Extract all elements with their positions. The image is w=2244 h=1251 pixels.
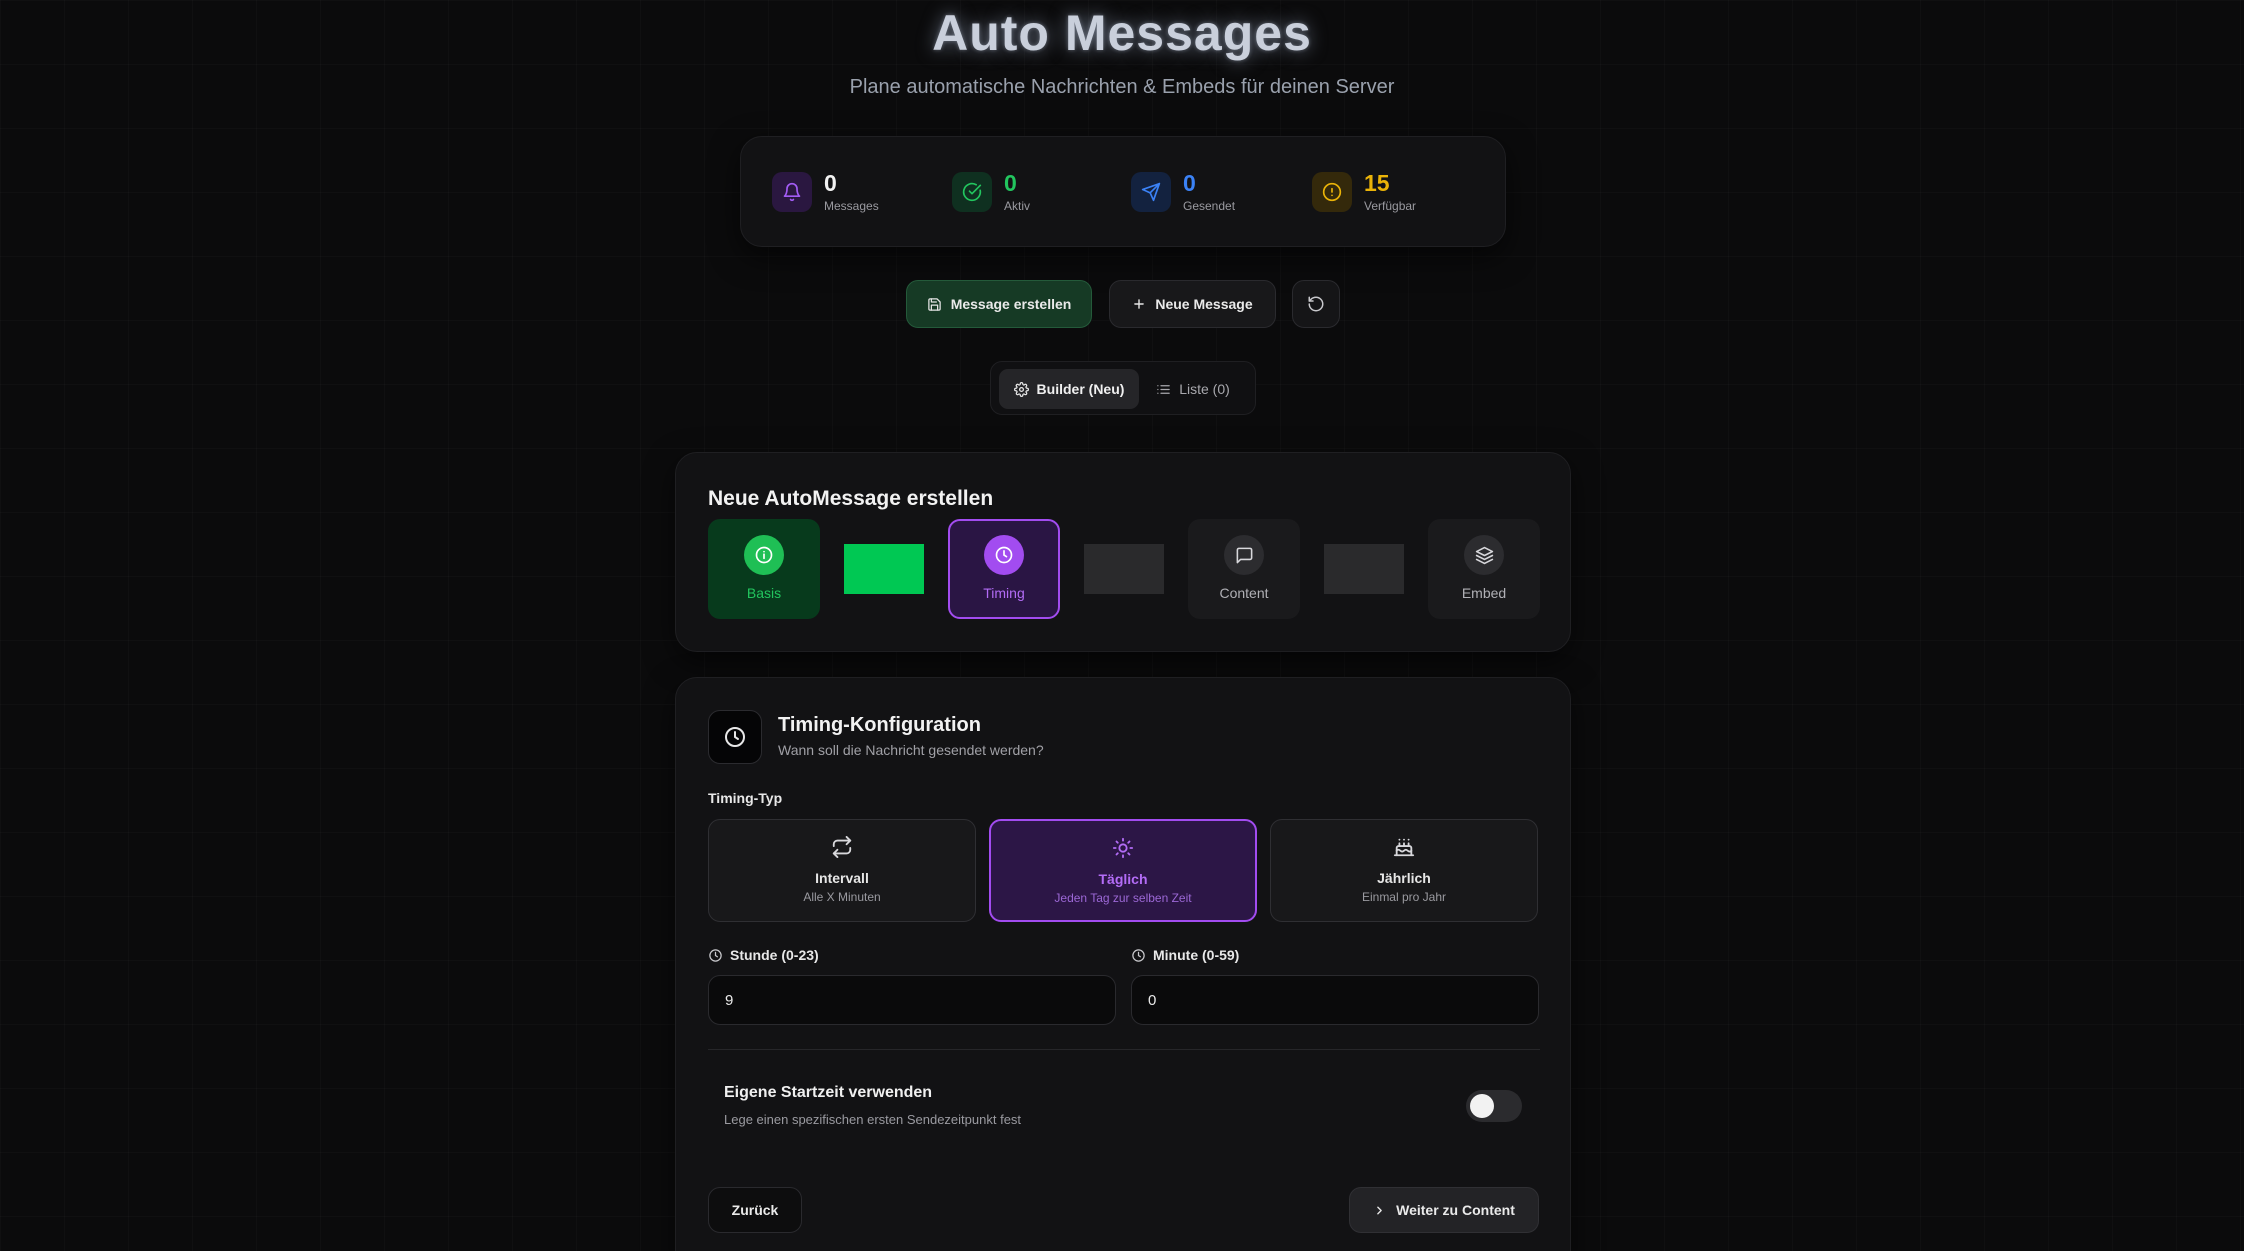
step-label: Content: [1219, 585, 1269, 601]
tab-builder-label: Builder (Neu): [1036, 381, 1125, 397]
hour-input[interactable]: [708, 975, 1116, 1025]
step-label: Embed: [1461, 585, 1507, 601]
minute-label-text: Minute (0-59): [1153, 947, 1240, 963]
stat-value: 15: [1364, 170, 1390, 196]
list-icon: [1156, 382, 1171, 397]
timing-type-label-text: Timing-Typ: [708, 790, 783, 806]
tab-list-label: Liste (0): [1179, 381, 1230, 397]
builder-steps-card: Neue AutoMessage erstellen Basis Timing …: [675, 452, 1571, 652]
layers-icon: [1464, 535, 1504, 575]
clock-icon: [708, 710, 762, 764]
plus-icon: [1132, 297, 1146, 311]
custom-start-toggle[interactable]: [1466, 1090, 1522, 1122]
timing-type-desc: Einmal pro Jahr: [1361, 890, 1447, 904]
timing-type-desc: Jeden Tag zur selben Zeit: [1054, 891, 1192, 905]
stat-label: Messages: [824, 199, 879, 213]
timing-type-name: Jährlich: [1377, 870, 1431, 886]
clock-small-icon: [708, 948, 723, 963]
timing-type-name: Täglich: [1098, 871, 1148, 887]
refresh-icon: [1307, 295, 1325, 313]
custom-start-subtitle: Lege einen spezifischen ersten Sendezeit…: [724, 1112, 1022, 1127]
create-message-button[interactable]: Message erstellen: [906, 280, 1092, 328]
timing-type-yearly[interactable]: Jährlich Einmal pro Jahr: [1270, 819, 1538, 922]
back-label: Zurück: [731, 1202, 779, 1218]
hour-label-text: Stunde (0-23): [730, 947, 819, 963]
stat-value: 0: [824, 170, 837, 196]
new-message-button[interactable]: Neue Message: [1109, 280, 1276, 328]
gear-icon: [1013, 381, 1029, 397]
step-label: Timing: [983, 585, 1025, 601]
step-label: Basis: [746, 585, 782, 601]
back-button[interactable]: Zurück: [708, 1187, 802, 1233]
page-subtitle: Plane automatische Nachrichten & Embeds …: [849, 76, 1395, 98]
step-connector: [1324, 544, 1404, 594]
section-subtitle: Wann soll die Nachricht gesendet werden?: [778, 742, 1044, 758]
new-message-label: Neue Message: [1155, 296, 1253, 312]
timing-type-label: Timing-Typ: [708, 790, 782, 806]
timing-type-daily[interactable]: Täglich Jeden Tag zur selben Zeit: [989, 819, 1257, 922]
timing-type-desc: Alle X Minuten: [803, 890, 881, 904]
hour-label: Stunde (0-23): [708, 947, 819, 963]
clock-small-icon: [1131, 948, 1146, 963]
refresh-button[interactable]: [1292, 280, 1340, 328]
step-content[interactable]: Content: [1188, 519, 1300, 619]
chevron-right-icon: [1373, 1204, 1386, 1217]
send-icon: [1131, 172, 1171, 212]
stat-label: Verfügbar: [1364, 199, 1417, 213]
clock-icon: [984, 535, 1024, 575]
next-label: Weiter zu Content: [1396, 1202, 1515, 1218]
step-basis[interactable]: Basis: [708, 519, 820, 619]
timing-config-card: Timing-Konfiguration Wann soll die Nachr…: [675, 677, 1571, 1251]
timing-type-interval[interactable]: Intervall Alle X Minuten: [708, 819, 976, 922]
section-title: Timing-Konfiguration: [778, 714, 981, 736]
minute-input[interactable]: [1131, 975, 1539, 1025]
builder-heading: Neue AutoMessage erstellen: [708, 487, 994, 510]
step-connector: [1084, 544, 1164, 594]
step-timing[interactable]: Timing: [948, 519, 1060, 619]
step-connector: [844, 544, 924, 594]
step-embed[interactable]: Embed: [1428, 519, 1540, 619]
page-title: Auto Messages: [932, 5, 1312, 61]
tab-builder[interactable]: Builder (Neu): [999, 369, 1139, 409]
stat-value: 0: [1004, 170, 1017, 196]
tab-list[interactable]: Liste (0): [1143, 369, 1243, 409]
stat-value: 0: [1183, 170, 1196, 196]
check-circle-icon: [952, 172, 992, 212]
message-square-icon: [1224, 535, 1264, 575]
stats-panel: 0 Messages 0 Aktiv 0 Gesendet 15 Verfügb…: [740, 136, 1506, 247]
sun-icon: [991, 837, 1255, 859]
stat-label: Gesendet: [1183, 199, 1236, 213]
custom-start-title: Eigene Startzeit verwenden: [724, 1084, 933, 1101]
bell-icon: [772, 172, 812, 212]
repeat-icon: [709, 836, 975, 858]
info-icon: [744, 535, 784, 575]
alert-circle-icon: [1312, 172, 1352, 212]
view-toggle: Builder (Neu) Liste (0): [990, 361, 1256, 415]
save-icon: [927, 297, 942, 312]
stat-label: Aktiv: [1004, 199, 1031, 213]
divider: [708, 1049, 1540, 1050]
minute-label: Minute (0-59): [1131, 947, 1239, 963]
create-message-label: Message erstellen: [950, 296, 1072, 312]
timing-type-name: Intervall: [815, 870, 869, 886]
toggle-knob: [1470, 1094, 1494, 1118]
next-content-button[interactable]: Weiter zu Content: [1349, 1187, 1539, 1233]
cake-icon: [1271, 836, 1537, 858]
